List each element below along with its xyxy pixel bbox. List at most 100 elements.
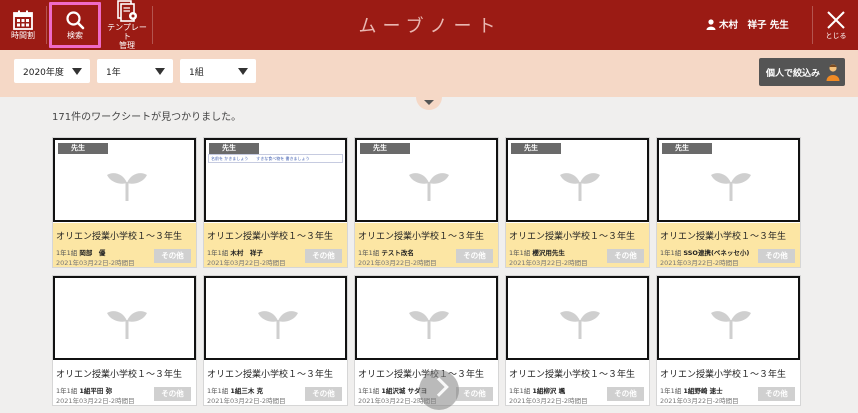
worksheet-meta: 1年1組 岡部 優 <box>56 247 105 257</box>
grade-select[interactable]: 1年 <box>97 59 173 83</box>
other-button[interactable]: その他 <box>607 387 644 401</box>
collapse-filter-toggle[interactable] <box>416 97 442 110</box>
template-manage-button[interactable]: テンプレート 管理 <box>104 0 150 50</box>
other-button[interactable]: その他 <box>305 249 342 263</box>
worksheet-meta: 1年1組 1組野崎 速士 <box>660 385 723 395</box>
worksheet-info: オリエン授業小学校１～３年生 1年1組 テスト改名 2021年03月22日-2時間目… <box>355 223 498 267</box>
worksheet-card[interactable]: 先生 オリエン授業小学校１～３年生 1年1組 岡部 優 2021年03月22日-2時間… <box>52 137 197 268</box>
worksheet-class: 1年1組 <box>660 249 682 257</box>
personal-filter-button[interactable]: 個人で絞込み <box>759 58 845 86</box>
other-button[interactable]: その他 <box>154 387 191 401</box>
chevron-down-icon <box>429 377 449 397</box>
worksheet-info: オリエン授業小学校１～３年生 1年1組 SSO連携(ベネッセ小) 2021年03月2… <box>657 223 800 267</box>
class-value: 1組 <box>189 67 204 78</box>
teacher-tag: 先生 <box>511 143 561 154</box>
worksheet-author: 櫻沢用先生 <box>532 249 565 257</box>
year-select[interactable]: 2020年度 <box>14 59 90 83</box>
close-button[interactable]: とじる <box>814 0 858 50</box>
worksheet-author: 木村 祥子 <box>230 249 263 257</box>
worksheet-info: オリエン授業小学校１～３年生 1年1組 櫻沢用先生 2021年03月22日-2時間目… <box>506 223 649 267</box>
grade-value: 1年 <box>106 67 121 78</box>
worksheet-card[interactable]: 先生オリエン授業小学校１～３年生 1年1組 SSO連携(ベネッセ小) 2021年03… <box>656 137 801 268</box>
close-icon <box>827 10 845 29</box>
other-button[interactable]: その他 <box>456 249 493 263</box>
scroll-down-button[interactable] <box>419 370 459 410</box>
sprout-icon <box>409 173 449 201</box>
chevron-down-icon <box>155 68 165 75</box>
worksheet-author: SSO連携(ベネッセ小) <box>683 249 750 257</box>
worksheet-meta: 1年1組 木村 祥子 <box>207 247 263 257</box>
nav-divider <box>812 6 813 44</box>
worksheet-author: テスト改名 <box>381 249 414 257</box>
user-name: 木村 祥子 先生 <box>719 20 789 31</box>
sprout-icon <box>107 173 147 201</box>
worksheet-author: 1組平田 弥 <box>79 387 113 395</box>
app-title: ムーブノート <box>358 16 502 37</box>
worksheet-thumbnail <box>506 276 649 360</box>
worksheet-date: 2021年03月22日-2時間目 <box>660 259 739 267</box>
other-button[interactable]: その他 <box>758 249 795 263</box>
top-bar: 時間割 検索 テンプレート 管理 ムーブノート 木村 祥子 先生 とじる <box>0 0 858 50</box>
filter-bar: 2020年度 1年 1組 個人で絞込み <box>0 50 858 97</box>
worksheet-thumbnail <box>53 276 196 360</box>
worksheet-author: 岡部 優 <box>79 249 106 257</box>
worksheet-date: 2021年03月22日-2時間目 <box>660 397 739 405</box>
other-button[interactable]: その他 <box>456 387 493 401</box>
worksheet-title: オリエン授業小学校１～３年生 <box>509 232 636 242</box>
worksheet-class: 1年1組 <box>358 387 380 395</box>
worksheet-info: オリエン授業小学校１～３年生 1年1組 1組三木 克 2021年03月22日-2時間… <box>204 361 347 405</box>
sprout-icon <box>711 311 751 339</box>
personal-filter-label: 個人で絞込み <box>766 68 821 79</box>
worksheet-date: 2021年03月22日-2時間目 <box>56 259 135 267</box>
other-button[interactable]: その他 <box>607 249 644 263</box>
worksheet-title: オリエン授業小学校１～３年生 <box>56 370 183 380</box>
other-button[interactable]: その他 <box>305 387 342 401</box>
worksheet-class: 1年1組 <box>660 387 682 395</box>
search-label: 検索 <box>67 31 83 40</box>
worksheet-title: オリエン授業小学校１～３年生 <box>660 232 787 242</box>
worksheet-date: 2021年03月22日-2時間目 <box>509 397 588 405</box>
worksheet-card[interactable]: オリエン授業小学校１～３年生 1年1組 1組平田 弥 2021年03月22日-2時間… <box>52 275 197 406</box>
worksheet-meta: 1年1組 1組柳沢 颯 <box>509 385 565 395</box>
worksheet-card[interactable]: オリエン授業小学校１～３年生 1年1組 1組三木 克 2021年03月22日-2時間… <box>203 275 348 406</box>
template-settings-icon <box>117 0 137 22</box>
other-button[interactable]: その他 <box>758 387 795 401</box>
worksheet-meta: 1年1組 テスト改名 <box>358 247 414 257</box>
worksheet-card[interactable]: 名前を かきましょう すきな食べ物を 書きましょう 先生オリエン授業小学校１～３年… <box>203 137 348 268</box>
user-info: 木村 祥子 先生 <box>706 17 789 31</box>
sprout-icon <box>409 311 449 339</box>
other-button[interactable]: その他 <box>154 249 191 263</box>
sprout-icon <box>107 311 147 339</box>
worksheet-meta: 1年1組 1組沢城 サダヨ <box>358 385 427 395</box>
worksheet-author: 1組野崎 速士 <box>683 387 723 395</box>
worksheet-thumbnail <box>657 276 800 360</box>
search-button[interactable]: 検索 <box>49 2 101 48</box>
worksheet-card[interactable]: オリエン授業小学校１～３年生 1年1組 1組野崎 速士 2021年03月22日-2時… <box>656 275 801 406</box>
worksheet-card[interactable]: 先生 オリエン授業小学校１～３年生 1年1組 櫻沢用先生 2021年03月22日-2時… <box>505 137 650 268</box>
worksheet-class: 1年1組 <box>207 387 229 395</box>
worksheet-class: 1年1組 <box>207 249 229 257</box>
worksheet-meta: 1年1組 櫻沢用先生 <box>509 247 565 257</box>
teacher-tag: 先生 <box>662 143 712 154</box>
timetable-label: 時間割 <box>11 31 35 40</box>
person-icon <box>826 64 840 81</box>
close-label: とじる <box>825 31 847 40</box>
search-icon <box>66 11 85 30</box>
worksheet-class: 1年1組 <box>56 387 78 395</box>
worksheet-card[interactable]: 先生オリエン授業小学校１～３年生 1年1組 テスト改名 2021年03月22日-2時… <box>354 137 499 268</box>
worksheet-thumbnail: 名前を かきましょう すきな食べ物を 書きましょう 先生 <box>204 138 347 222</box>
worksheet-title: オリエン授業小学校１～３年生 <box>56 232 183 242</box>
worksheet-card[interactable]: オリエン授業小学校１～３年生 1年1組 1組柳沢 颯 2021年03月22日-2時間… <box>505 275 650 406</box>
triangle-down-icon <box>424 100 434 105</box>
worksheet-info: オリエン授業小学校１～３年生 1年1組 1組柳沢 颯 2021年03月22日-2時間… <box>506 361 649 405</box>
worksheet-author: 1組三木 克 <box>230 387 264 395</box>
timetable-button[interactable]: 時間割 <box>2 0 44 50</box>
class-select[interactable]: 1組 <box>180 59 256 83</box>
sprout-icon <box>560 173 600 201</box>
worksheet-title: オリエン授業小学校１～３年生 <box>207 232 334 242</box>
worksheet-title: オリエン授業小学校１～３年生 <box>509 370 636 380</box>
worksheet-title: オリエン授業小学校１～３年生 <box>207 370 334 380</box>
nav-divider <box>152 6 153 44</box>
worksheet-thumbnail <box>204 276 347 360</box>
teacher-tag: 先生 <box>360 143 410 154</box>
